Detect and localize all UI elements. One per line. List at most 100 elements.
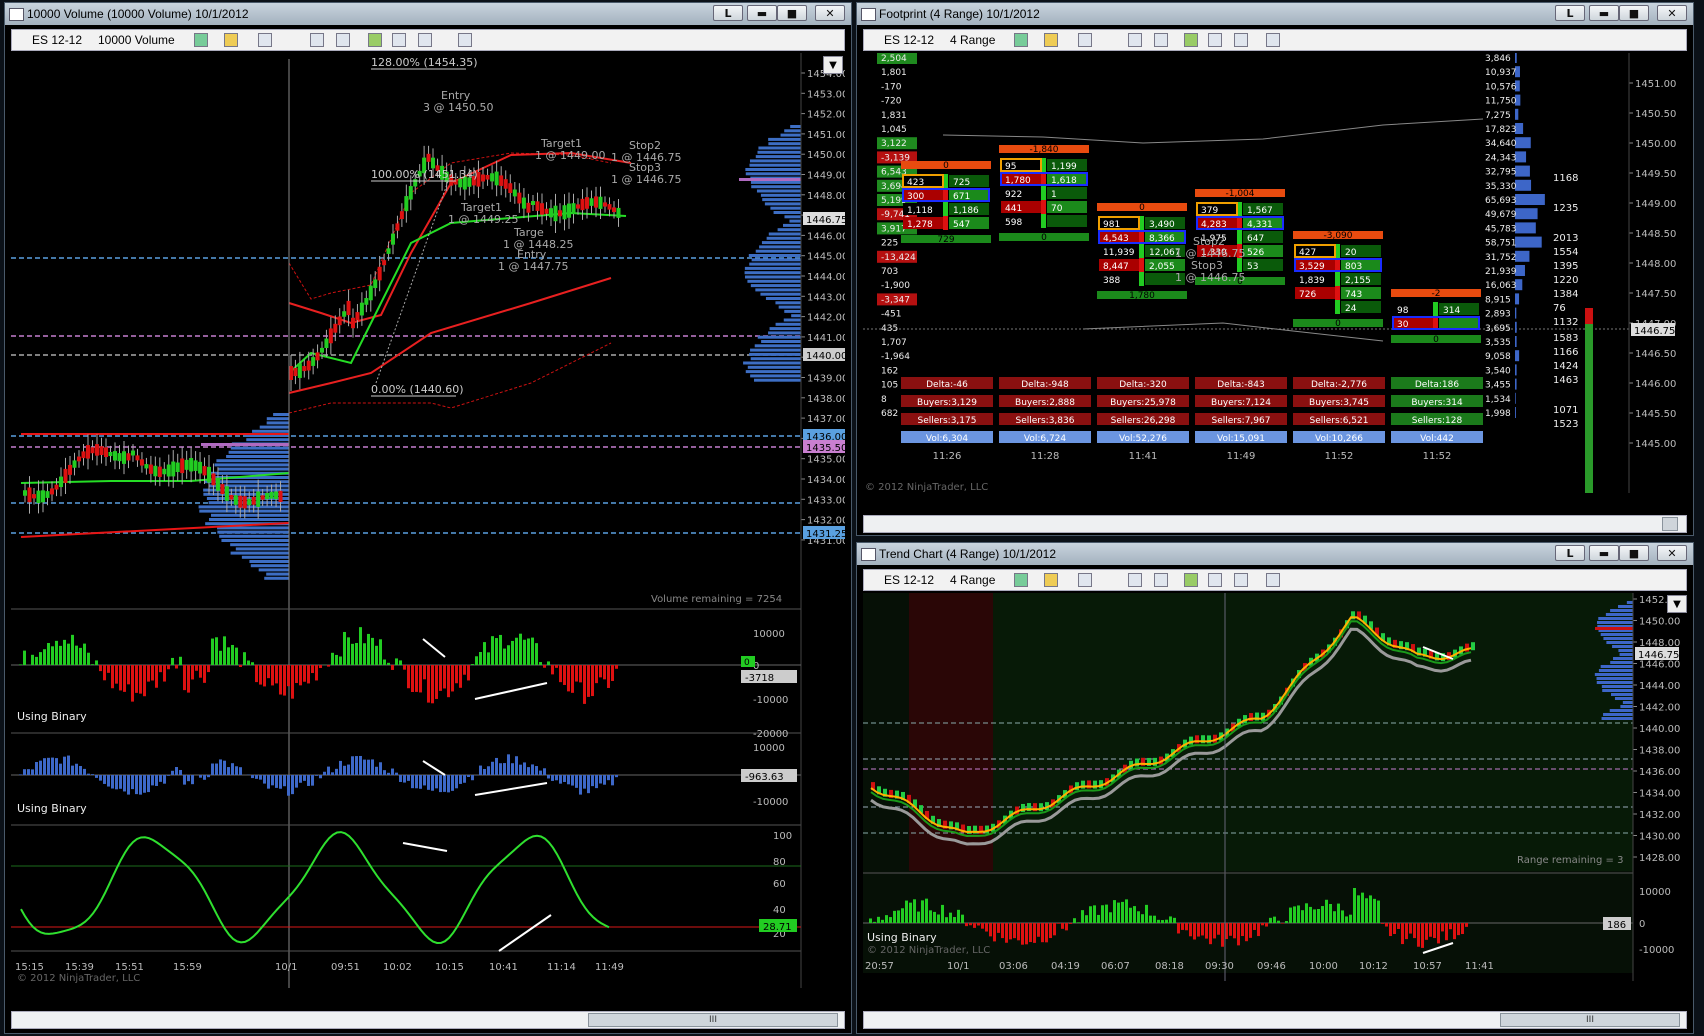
histogram-bar	[1153, 915, 1156, 923]
maximize-button[interactable]: ■	[1619, 545, 1649, 561]
candle-body	[211, 473, 216, 486]
data-box-icon[interactable]	[1266, 33, 1280, 47]
footprint-top-value: -3,090	[1323, 231, 1352, 241]
period-selector[interactable]: 10000 Volume	[98, 33, 175, 47]
ask-value: 647	[1247, 234, 1264, 244]
maximize-button[interactable]: ■	[777, 5, 807, 21]
data-box-icon[interactable]	[458, 33, 472, 47]
properties-icon[interactable]	[1234, 573, 1248, 587]
minimize-button[interactable]: ▬	[1589, 5, 1619, 21]
link-button[interactable]: L	[713, 5, 743, 21]
cursor-icon[interactable]	[1078, 573, 1092, 587]
horizontal-scrollbar[interactable]: III	[863, 1011, 1687, 1029]
chart-area[interactable]: 1454.00 1453.00 1452.00 1451.00 1450.00 1449.…	[11, 53, 845, 1007]
bar-type-icon[interactable]	[1014, 33, 1028, 47]
instrument-selector[interactable]: ES 12-12	[884, 33, 934, 47]
candle-body	[337, 316, 342, 326]
candle-body	[238, 495, 243, 508]
zoom-icon[interactable]	[336, 33, 350, 47]
link-button[interactable]: L	[1555, 545, 1585, 561]
histogram-bar	[203, 775, 206, 780]
period-selector[interactable]: 4 Range	[950, 33, 995, 47]
minimize-button[interactable]: ▬	[747, 5, 777, 21]
draw-pencil-icon[interactable]	[1044, 33, 1058, 47]
volume-profile-bar	[757, 335, 801, 339]
histogram-bar	[367, 759, 370, 775]
volume-bar	[1515, 392, 1516, 404]
zoom-icon[interactable]	[1154, 33, 1168, 47]
time-axis-label: 11:26	[933, 451, 962, 462]
scrollbar-thumb[interactable]: III	[1500, 1013, 1680, 1027]
window-title: 10000 Volume (10000 Volume) 10/1/2012	[27, 7, 249, 21]
zoom-icon[interactable]	[1154, 573, 1168, 587]
candle-body	[293, 367, 298, 377]
window-title-bar[interactable]: 10000 Volume (10000 Volume) 10/1/2012 L …	[5, 3, 851, 25]
osc-axis-label: -10000	[753, 695, 788, 706]
trend-chart-area[interactable]: 1452.00 1450.00 1448.00 1446.00 1444.00 1442.…	[863, 593, 1687, 1007]
histogram-bar	[311, 665, 314, 674]
scrollbar-thumb[interactable]	[1662, 517, 1678, 531]
indicators-icon[interactable]	[1184, 573, 1198, 587]
bar-type-icon[interactable]	[194, 33, 208, 47]
histogram-bar	[583, 665, 586, 704]
strategy-icon[interactable]	[392, 33, 406, 47]
window-title-bar[interactable]: Trend Chart (4 Range) 10/1/2012 L ▬ ■ ✕	[857, 543, 1693, 565]
close-button[interactable]: ✕	[815, 5, 845, 21]
scrollbar-thumb[interactable]: III	[588, 1013, 838, 1027]
histogram-bar	[567, 775, 570, 785]
volume-profile-bar	[1620, 705, 1633, 708]
link-button[interactable]: L	[1555, 5, 1585, 21]
draw-pencil-icon[interactable]	[1044, 573, 1058, 587]
footprint-top-value: 0	[1139, 203, 1145, 213]
histogram-bar	[91, 664, 94, 665]
histogram-bar	[1285, 921, 1288, 923]
histogram-bar	[1177, 923, 1180, 934]
strategy-icon[interactable]	[1208, 33, 1222, 47]
divergence-line	[474, 682, 548, 700]
summary-sellers: Sellers:128	[1412, 416, 1463, 426]
histogram-bar	[71, 634, 74, 665]
close-button[interactable]: ✕	[1657, 5, 1687, 21]
period-selector[interactable]: 4 Range	[950, 573, 995, 587]
candle-body	[86, 445, 90, 459]
horizontal-scrollbar[interactable]	[863, 515, 1687, 533]
price-axis-label: 1449.00	[807, 171, 845, 182]
bar-type-icon[interactable]	[1014, 573, 1028, 587]
volume-profile-bar	[217, 530, 289, 534]
histogram-bar	[985, 923, 988, 932]
properties-icon[interactable]	[418, 33, 432, 47]
crosshair-icon[interactable]	[1128, 573, 1142, 587]
indicators-icon[interactable]	[368, 33, 382, 47]
instrument-selector[interactable]: ES 12-12	[884, 573, 934, 587]
time-axis-label: 03:06	[999, 961, 1028, 972]
histogram-bar	[1277, 920, 1280, 923]
crosshair-icon[interactable]	[1128, 33, 1142, 47]
draw-pencil-icon[interactable]	[224, 33, 238, 47]
maximize-button[interactable]: ■	[1619, 5, 1649, 21]
cursor-icon[interactable]	[1078, 33, 1092, 47]
footprint-chart-area[interactable]: 2,504 1,801 -170 -720 1,831 1,045 3,122 -3,139 6…	[863, 53, 1687, 511]
close-button[interactable]: ✕	[1657, 545, 1687, 561]
minimize-button[interactable]: ▬	[1589, 545, 1619, 561]
data-box-icon[interactable]	[1266, 573, 1280, 587]
cursor-icon[interactable]	[258, 33, 272, 47]
chart-scroll-arrow-button[interactable]: ▼	[1667, 595, 1687, 613]
properties-icon[interactable]	[1234, 33, 1248, 47]
histogram-bar	[1041, 923, 1044, 943]
histogram-bar	[1065, 923, 1068, 931]
horizontal-scrollbar[interactable]: III	[11, 1011, 845, 1029]
histogram-bar	[259, 775, 262, 780]
summary-buyers: Buyers:3,745	[1309, 398, 1369, 408]
histogram-bar	[495, 638, 498, 665]
crosshair-icon[interactable]	[310, 33, 324, 47]
chart-scroll-arrow-button[interactable]: ▼	[823, 56, 843, 74]
histogram-bar	[1273, 916, 1276, 923]
instrument-selector[interactable]: ES 12-12	[32, 33, 82, 47]
indicators-icon[interactable]	[1184, 33, 1198, 47]
chart-window-icon	[861, 548, 876, 561]
volume-chart-window: 10000 Volume (10000 Volume) 10/1/2012 L …	[4, 2, 852, 1034]
price-axis-label: 1445.00	[1635, 439, 1676, 450]
histogram-bar	[1233, 923, 1236, 939]
window-title-bar[interactable]: Footprint (4 Range) 10/1/2012 L ▬ ■ ✕	[857, 3, 1693, 25]
strategy-icon[interactable]	[1208, 573, 1222, 587]
